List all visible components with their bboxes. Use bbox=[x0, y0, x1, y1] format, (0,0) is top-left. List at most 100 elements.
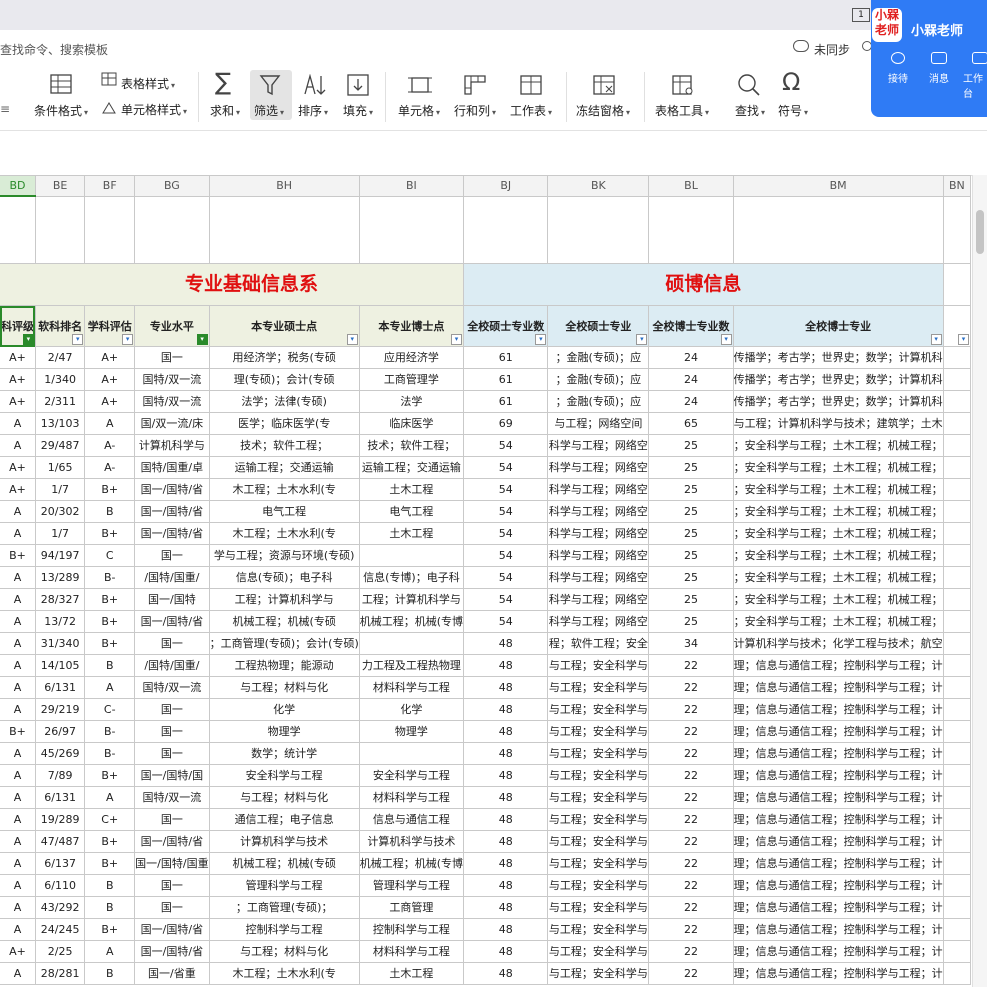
cell[interactable]: 理；信息与通信工程；控制科学与工程；计 bbox=[732, 654, 944, 677]
cell[interactable]: 2/311 bbox=[34, 390, 86, 413]
cell[interactable]: 物理学 bbox=[208, 720, 360, 743]
cell[interactable] bbox=[358, 742, 465, 765]
cell[interactable]: ；金融(专硕)；应 bbox=[547, 368, 650, 391]
cell[interactable]: 48 bbox=[463, 742, 549, 765]
cell[interactable]: A bbox=[0, 742, 36, 765]
cell[interactable]: A bbox=[0, 522, 36, 545]
cell[interactable]: A bbox=[0, 764, 36, 787]
column-header-BG[interactable]: BG bbox=[134, 175, 210, 197]
cell[interactable]: 科学与工程；网络空 bbox=[547, 478, 650, 501]
cell[interactable] bbox=[134, 195, 210, 264]
workbench-icon[interactable] bbox=[972, 52, 987, 64]
cell[interactable]: 木工程；土木水利(专 bbox=[208, 962, 360, 985]
cell[interactable]: 电气工程 bbox=[358, 500, 465, 523]
cell[interactable]: 国一/国特 bbox=[134, 588, 210, 611]
cell[interactable]: 与工程；安全科学与 bbox=[547, 654, 650, 677]
cell[interactable]: 控制科学与工程 bbox=[208, 918, 360, 941]
cell[interactable] bbox=[942, 522, 972, 545]
column-header-BK[interactable]: BK bbox=[547, 175, 650, 197]
cell[interactable]: 医学；临床医学(专 bbox=[208, 412, 360, 435]
cell[interactable]: B- bbox=[84, 742, 136, 765]
cell[interactable]: 13/103 bbox=[34, 412, 86, 435]
cell[interactable]: 31/340 bbox=[34, 632, 86, 655]
filter-dropdown-icon[interactable]: ▾ bbox=[22, 334, 34, 345]
cell[interactable]: 6/131 bbox=[34, 786, 86, 809]
filter-dropdown-icon[interactable]: ▾ bbox=[930, 334, 942, 345]
cell[interactable]: 22 bbox=[648, 852, 734, 875]
cell[interactable]: 法学；法律(专硕) bbox=[208, 390, 360, 413]
page-badge[interactable]: 1 bbox=[852, 8, 870, 22]
cell[interactable]: B+ bbox=[84, 852, 136, 875]
cell[interactable]: A bbox=[0, 654, 36, 677]
cell[interactable]: B+ bbox=[0, 720, 36, 743]
cell[interactable]: 2/47 bbox=[34, 346, 86, 369]
cell[interactable]: 与工程；安全科学与 bbox=[547, 918, 650, 941]
cell[interactable]: 运输工程；交通运输 bbox=[358, 456, 465, 479]
cell[interactable]: A bbox=[0, 852, 36, 875]
cell[interactable]: 1/7 bbox=[34, 522, 86, 545]
cell[interactable]: 48 bbox=[463, 676, 549, 699]
cell[interactable]: /国特/国重/ bbox=[134, 566, 210, 589]
cell[interactable]: 25 bbox=[648, 610, 734, 633]
cell[interactable]: 61 bbox=[463, 346, 549, 369]
cell[interactable]: 工商管理 bbox=[358, 896, 465, 919]
cell[interactable]: 数学；统计学 bbox=[208, 742, 360, 765]
cell[interactable]: 48 bbox=[463, 698, 549, 721]
cell[interactable]: 6/137 bbox=[34, 852, 86, 875]
cell[interactable]: 安全科学与工程 bbox=[208, 764, 360, 787]
cell[interactable]: 19/289 bbox=[34, 808, 86, 831]
cell[interactable]: 48 bbox=[463, 808, 549, 831]
cell[interactable]: B+ bbox=[84, 764, 136, 787]
cell[interactable] bbox=[942, 896, 972, 919]
cell[interactable]: 34 bbox=[648, 632, 734, 655]
cell[interactable]: A bbox=[0, 918, 36, 941]
cell[interactable]: 54 bbox=[463, 544, 549, 567]
cell[interactable]: 机械工程；机械(专硕 bbox=[208, 852, 360, 875]
cell[interactable]: 48 bbox=[463, 852, 549, 875]
cell[interactable]: A bbox=[0, 500, 36, 523]
cell[interactable]: 木工程；土木水利(专 bbox=[208, 478, 360, 501]
cell[interactable]: 国特/双一流 bbox=[134, 676, 210, 699]
filter-dropdown-icon[interactable]: ▾ bbox=[72, 334, 84, 345]
cell[interactable]: 48 bbox=[463, 786, 549, 809]
symbol-button[interactable]: 符号 ▾ bbox=[778, 102, 808, 119]
cell[interactable]: 25 bbox=[648, 478, 734, 501]
cell[interactable] bbox=[942, 390, 972, 413]
cell[interactable]: 54 bbox=[463, 566, 549, 589]
cell[interactable]: 材料科学与工程 bbox=[358, 676, 465, 699]
cell[interactable]: 土木工程 bbox=[358, 962, 465, 985]
cell[interactable]: 与工程；安全科学与 bbox=[547, 786, 650, 809]
cell[interactable] bbox=[942, 478, 972, 501]
field-header[interactable]: 软科排名 ▾ bbox=[34, 305, 86, 347]
cell[interactable]: 25 bbox=[648, 522, 734, 545]
cell[interactable]: 技术；软件工程； bbox=[208, 434, 360, 457]
cell[interactable] bbox=[208, 195, 360, 264]
cell[interactable]: 20/302 bbox=[34, 500, 86, 523]
cell[interactable]: 22 bbox=[648, 808, 734, 831]
cell[interactable] bbox=[732, 195, 944, 264]
cell[interactable]: 与工程；计算机科学与技术；建筑学；土木 bbox=[732, 412, 944, 435]
cell[interactable]: 国一/国特/国重 bbox=[134, 852, 210, 875]
cell[interactable]: 安全科学与工程 bbox=[358, 764, 465, 787]
cell[interactable]: 25 bbox=[648, 588, 734, 611]
cell[interactable]: 应用经济学 bbox=[358, 346, 465, 369]
cell[interactable]: 国一/国特/省 bbox=[134, 830, 210, 853]
cell[interactable]: 与工程；安全科学与 bbox=[547, 830, 650, 853]
field-header[interactable]: 本专业博士点 ▾ bbox=[358, 305, 465, 347]
field-header[interactable]: 全校博士专业数 ▾ bbox=[648, 305, 734, 347]
cell[interactable]: 力工程及工程热物理 bbox=[358, 654, 465, 677]
cell[interactable]: 传播学；考古学；世界史；数学；计算机科 bbox=[732, 346, 944, 369]
filter-dropdown-icon[interactable]: ▾ bbox=[720, 334, 732, 345]
cell[interactable]: 技术；软件工程； bbox=[358, 434, 465, 457]
cell[interactable]: A bbox=[0, 698, 36, 721]
cell[interactable]: B+ bbox=[84, 478, 136, 501]
cell[interactable] bbox=[84, 195, 136, 264]
group-master-phd-info[interactable]: 硕博信息 bbox=[463, 263, 944, 306]
cell[interactable]: A+ bbox=[84, 346, 136, 369]
cell[interactable]: ；安全科学与工程；土木工程；机械工程； bbox=[732, 544, 944, 567]
cell[interactable]: 48 bbox=[463, 654, 549, 677]
cell[interactable]: A bbox=[0, 632, 36, 655]
command-search-input[interactable]: 查找命令、搜索模板 bbox=[0, 41, 108, 58]
cell[interactable] bbox=[648, 195, 734, 264]
cell[interactable]: 24 bbox=[648, 368, 734, 391]
